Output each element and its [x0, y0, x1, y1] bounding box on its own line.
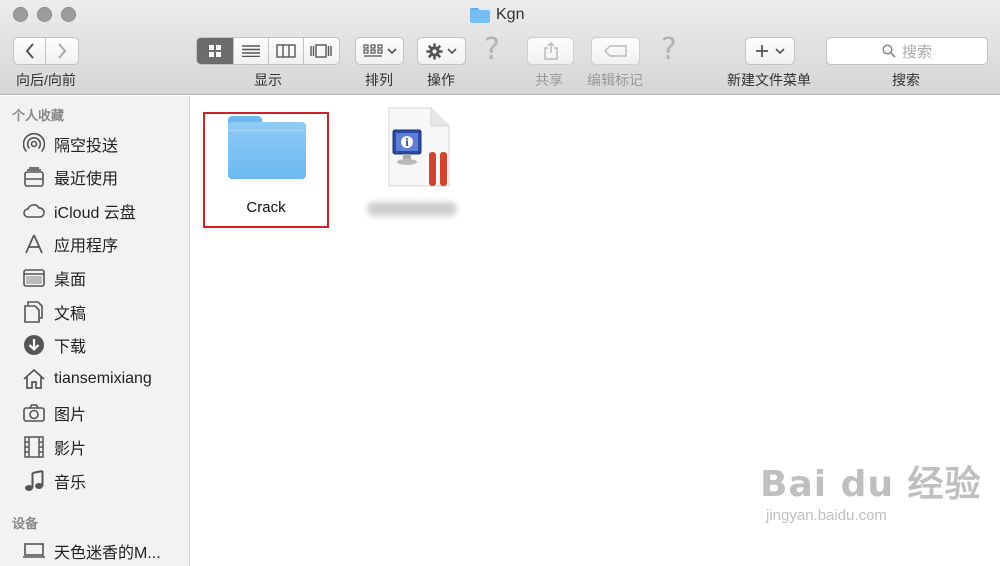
share-button[interactable]: [527, 37, 574, 65]
action-button[interactable]: [417, 37, 466, 65]
list-icon: [242, 45, 261, 57]
sidebar-item-label: 文稿: [54, 306, 87, 323]
cover-flow-icon: [310, 44, 332, 58]
sidebar-item-label: 影片: [54, 441, 87, 458]
search-field[interactable]: 搜索: [826, 37, 988, 65]
sidebar-item-label: 隔空投送: [54, 138, 119, 155]
arrange-button[interactable]: [355, 37, 404, 65]
desktop-icon: [22, 266, 46, 290]
sidebar-item-airdrop[interactable]: 隔空投送: [22, 130, 187, 158]
sidebar-item-movies[interactable]: 影片: [22, 433, 187, 461]
sidebar-item-pictures[interactable]: 图片: [22, 399, 187, 427]
zoom-window-button[interactable]: [61, 7, 76, 22]
gear-icon: [426, 42, 443, 60]
back-button[interactable]: [14, 38, 46, 64]
downloads-icon: [22, 333, 46, 357]
arrange-grid-icon: [362, 44, 383, 57]
toolbar: Kgn 向后/向前 显示 排列 操作 ? 共享 编辑标记 ? 新建文件菜单 搜索…: [0, 0, 1000, 95]
documents-icon: [22, 300, 46, 324]
favorites-header: 个人收藏: [12, 108, 65, 123]
sidebar-item-documents[interactable]: 文稿: [22, 298, 187, 326]
help-question-icon: ?: [484, 32, 500, 67]
sidebar-item-label: 最近使用: [54, 171, 119, 188]
back-forward-control: [13, 37, 79, 65]
tag-icon: [603, 45, 627, 57]
new-folder-menu-button[interactable]: [745, 37, 795, 65]
icloud-icon: [22, 199, 46, 223]
sidebar-item-label: 下载: [54, 339, 87, 356]
grid-icon: [209, 45, 222, 57]
movies-icon: [22, 435, 46, 459]
back-forward-label: 向后/向前: [16, 72, 76, 88]
sidebar-item-label: iCloud 云盘: [54, 205, 136, 222]
file-item-installer[interactable]: i: [361, 96, 481, 236]
recents-icon: [22, 165, 46, 189]
view-label: 显示: [254, 72, 282, 88]
watermark-sub: jingyan.baidu.com: [766, 507, 887, 524]
window-title: Kgn: [470, 5, 524, 25]
airdrop-icon: [22, 132, 46, 156]
home-icon: [22, 367, 46, 391]
search-placeholder: 搜索: [901, 43, 932, 61]
arrange-label: 排列: [365, 72, 393, 88]
sidebar-item-label: 应用程序: [54, 238, 119, 255]
window-title-text: Kgn: [496, 6, 525, 23]
sidebar-item-device[interactable]: 天色迷香的M...: [22, 537, 187, 565]
search-icon: [882, 44, 896, 58]
sidebar-item-music[interactable]: 音乐: [22, 467, 187, 495]
view-mode-control: [196, 37, 340, 65]
sidebar-item-label: 天色迷香的M...: [54, 545, 161, 562]
sidebar-item-label: tiansemixiang: [54, 370, 152, 387]
sidebar: 个人收藏 隔空投送 最近使用 iCloud 云盘 应用程序 桌面 文稿 下载 t…: [0, 96, 190, 566]
pictures-icon: [22, 401, 46, 425]
icon-view-button[interactable]: [197, 38, 234, 64]
sidebar-item-downloads[interactable]: 下载: [22, 331, 187, 359]
file-name: Crack: [246, 199, 286, 216]
help-question-icon: ?: [661, 32, 677, 67]
sidebar-item-desktop[interactable]: 桌面: [22, 264, 187, 292]
installer-package-icon: i: [379, 106, 459, 187]
sidebar-item-icloud[interactable]: iCloud 云盘: [22, 197, 187, 225]
gallery-view-button[interactable]: [302, 38, 339, 64]
chevron-down-icon: [775, 48, 785, 55]
sidebar-item-applications[interactable]: 应用程序: [22, 230, 187, 258]
chevron-right-icon: [58, 43, 67, 59]
applications-icon: [22, 232, 46, 256]
laptop-icon: [22, 539, 46, 563]
new-folder-menu-label: 新建文件菜单: [727, 72, 811, 88]
sidebar-item-recents[interactable]: 最近使用: [22, 163, 187, 191]
action-label: 操作: [427, 72, 455, 88]
svg-text:i: i: [405, 138, 409, 149]
forward-button[interactable]: [46, 38, 78, 64]
sidebar-item-label: 图片: [54, 407, 87, 424]
minimize-window-button[interactable]: [37, 7, 52, 22]
blurred-file-name: [367, 202, 457, 216]
sidebar-item-home[interactable]: tiansemixiang: [22, 365, 187, 393]
folder-icon: [470, 7, 490, 23]
file-browser-area: Crack i Bai du 经验 jingyan.baidu.com: [191, 96, 1000, 566]
close-window-button[interactable]: [13, 7, 28, 22]
watermark-main: Bai du 经验: [760, 464, 982, 505]
file-item-folder[interactable]: Crack: [191, 96, 341, 236]
chevron-down-icon: [447, 48, 457, 55]
music-icon: [22, 469, 46, 493]
edit-tags-button[interactable]: [591, 37, 640, 65]
plus-icon: [756, 45, 768, 57]
edit-tags-label: 编辑标记: [587, 72, 643, 88]
share-icon: [543, 42, 558, 60]
chevron-down-icon: [386, 48, 397, 55]
chevron-left-icon: [25, 43, 34, 59]
devices-header: 设备: [12, 516, 39, 531]
share-label: 共享: [535, 72, 563, 88]
column-view-button[interactable]: [267, 38, 303, 64]
sidebar-item-label: 桌面: [54, 272, 87, 289]
columns-icon: [276, 44, 296, 58]
sidebar-item-label: 音乐: [54, 475, 87, 492]
search-label: 搜索: [892, 72, 920, 88]
folder-icon: [228, 116, 306, 179]
list-view-button[interactable]: [233, 38, 268, 64]
baidu-watermark: Bai du 经验 jingyan.baidu.com: [760, 455, 982, 524]
